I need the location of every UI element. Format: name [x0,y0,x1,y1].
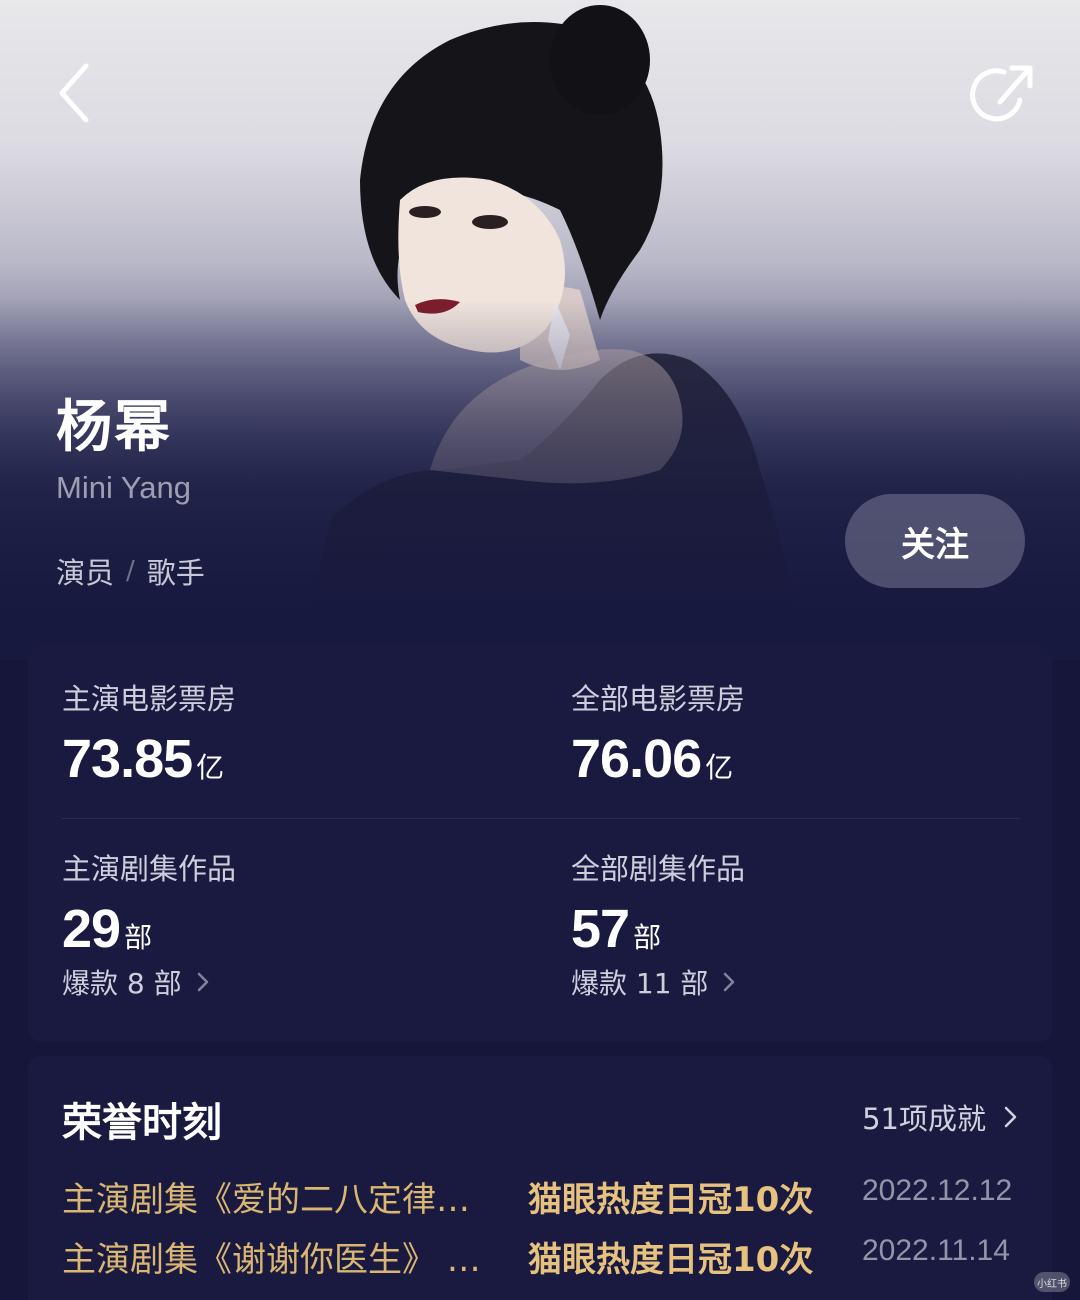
artist-english-name: Mini Yang [56,470,191,505]
lead-series-hits-link[interactable]: 爆款 8 部 [62,962,236,1002]
artist-roles: 演员 / 歌手 [56,550,205,592]
stat-value: 76.06 亿 [571,728,745,790]
honors-count-link[interactable]: 51项成就 [862,1096,1022,1138]
honors-count-label: 51项成就 [862,1102,986,1136]
stats-card: 主演电影票房 73.85 亿 全部电影票房 76.06 亿 主演剧集作品 29 … [28,644,1052,1042]
stat-label: 主演电影票房 [62,682,237,716]
honor-date: 2022.11.14 [862,1234,1010,1267]
stat-unit: 亿 [196,751,225,784]
hits-label: 爆款 11 部 [571,967,709,1000]
stat-all-series: 全部剧集作品 57 部 爆款 11 部 [571,846,745,1002]
role-separator: / [126,556,135,586]
honors-card: 荣誉时刻 51项成就 主演剧集《爱的二八定律… 猫眼热度日冠10次 2022.1… [28,1056,1052,1300]
honor-work-title: 主演剧集《爱的二八定律… [62,1180,470,1220]
hits-label: 爆款 8 部 [62,967,182,1000]
stats-divider [62,818,1020,819]
hero-header: 杨幂 Mini Yang 演员 / 歌手 关注 [0,0,1080,660]
stat-number: 73.85 [62,729,193,789]
chevron-right-icon [724,972,735,992]
stat-lead-movie-box: 主演电影票房 73.85 亿 [62,676,236,790]
honor-item[interactable]: 主演剧集《爱的二八定律… 猫眼热度日冠10次 2022.12.12 [62,1172,1022,1228]
stat-unit: 部 [633,921,662,954]
share-button[interactable] [970,60,1040,130]
share-icon [970,65,1033,122]
honor-item[interactable]: 主演剧集《谢谢你医生》 … 猫眼热度日冠10次 2022.11.14 [62,1232,1022,1288]
honors-title: 荣誉时刻 [62,1100,222,1146]
stat-all-movie-box: 全部电影票房 76.06 亿 [571,676,745,790]
role-tag: 演员 [56,556,115,590]
stat-number: 29 [62,899,121,959]
stat-value: 57 部 [571,898,745,960]
stat-number: 76.06 [571,729,702,789]
chevron-left-icon [59,63,89,123]
chevron-right-icon [1004,1106,1017,1128]
stat-label: 主演剧集作品 [62,852,237,886]
honor-achievement: 猫眼热度日冠10次 [528,1240,814,1280]
honor-work-title: 主演剧集《谢谢你医生》 … [62,1240,481,1280]
stat-unit: 亿 [705,751,734,784]
honor-date: 2022.12.12 [862,1174,1013,1207]
honor-achievement: 猫眼热度日冠10次 [528,1180,814,1220]
role-tag: 歌手 [146,556,205,590]
watermark-logo: 小红书 [1034,1272,1070,1292]
stat-label: 全部电影票房 [571,682,746,716]
artist-profile-page: 杨幂 Mini Yang 演员 / 歌手 关注 主演电影票房 73.85 亿 全… [0,0,1080,1300]
back-button[interactable] [44,58,104,128]
stat-unit: 部 [124,921,153,954]
stat-value: 29 部 [62,898,236,960]
stat-label: 全部剧集作品 [571,852,746,886]
all-series-hits-link[interactable]: 爆款 11 部 [571,962,745,1002]
stat-number: 57 [571,899,630,959]
artist-name: 杨幂 [56,395,172,460]
chevron-right-icon [197,972,208,992]
follow-button[interactable]: 关注 [845,494,1025,588]
stat-value: 73.85 亿 [62,728,236,790]
stat-lead-series: 主演剧集作品 29 部 爆款 8 部 [62,846,236,1002]
